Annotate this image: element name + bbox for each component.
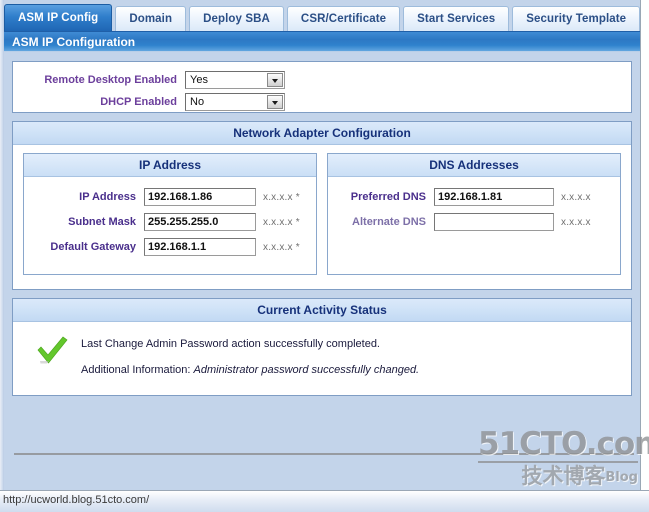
subnet-mask-label: Subnet Mask	[68, 216, 136, 228]
default-gateway-row: Default Gateway x.x.x.x *	[30, 237, 310, 257]
tab-security-template[interactable]: Security Template	[512, 6, 641, 31]
remote-desktop-select[interactable]: Yes	[185, 70, 285, 89]
default-gateway-label: Default Gateway	[50, 241, 136, 253]
dhcp-select[interactable]: No	[185, 92, 285, 111]
tab-csr-certificate[interactable]: CSR/Certificate	[286, 6, 401, 31]
dns-addresses-subpanel: DNS Addresses Preferred DNS x.x.x.x Alte…	[327, 153, 621, 275]
tab-domain[interactable]: Domain	[115, 6, 187, 31]
preferred-dns-label: Preferred DNS	[350, 191, 426, 203]
network-adapter-title: Network Adapter Configuration	[13, 122, 631, 145]
screenshot-root: ASM IP Config Domain Deploy SBA CSR/Cert…	[0, 0, 649, 512]
alternate-dns-hint: x.x.x.x	[561, 216, 591, 228]
green-check-icon	[35, 336, 81, 376]
tab-start-services[interactable]: Start Services	[403, 6, 510, 31]
content-area: Remote Desktop Enabled Yes DHCP Enabled …	[4, 53, 640, 504]
dhcp-label: DHCP Enabled	[100, 95, 177, 108]
status-message: Last Change Admin Password action succes…	[81, 338, 380, 350]
remote-desktop-label: Remote Desktop Enabled	[44, 73, 177, 86]
alternate-dns-row: Alternate DNS x.x.x.x	[334, 212, 614, 232]
alternate-dns-input[interactable]	[434, 213, 554, 231]
current-activity-status-title: Current Activity Status	[13, 299, 631, 322]
status-bar-url: http://ucworld.blog.51cto.com/	[3, 494, 150, 506]
default-gateway-hint: x.x.x.x *	[263, 241, 300, 253]
remote-desktop-value: Yes	[190, 73, 208, 86]
alternate-dns-label: Alternate DNS	[352, 216, 426, 228]
ip-address-fields: IP Address x.x.x.x * Subnet Mask x.x.x.x…	[24, 177, 316, 274]
ip-address-input[interactable]	[144, 188, 256, 206]
ip-address-subpanel: IP Address IP Address x.x.x.x * Subnet M…	[23, 153, 317, 275]
current-activity-status-body: Last Change Admin Password action succes…	[13, 322, 631, 376]
chevron-down-icon[interactable]	[267, 72, 283, 87]
application-frame: ASM IP Config Domain Deploy SBA CSR/Cert…	[0, 0, 649, 504]
ip-address-subpanel-title: IP Address	[24, 154, 316, 177]
dhcp-row: DHCP Enabled No	[13, 91, 631, 112]
preferred-dns-row: Preferred DNS x.x.x.x	[334, 187, 614, 207]
subnet-mask-input[interactable]	[144, 213, 256, 231]
remote-desktop-row: Remote Desktop Enabled Yes	[13, 69, 631, 90]
default-gateway-input[interactable]	[144, 238, 256, 256]
status-additional-value: Administrator password successfully chan…	[193, 364, 420, 376]
chevron-down-icon[interactable]	[267, 94, 283, 109]
ip-address-label: IP Address	[79, 191, 136, 203]
general-options-panel: Remote Desktop Enabled Yes DHCP Enabled …	[12, 61, 632, 113]
status-additional-label: Additional Information:	[81, 364, 191, 376]
tab-asm-ip-config[interactable]: ASM IP Config	[4, 4, 113, 31]
page-title: ASM IP Configuration	[4, 31, 640, 52]
preferred-dns-input[interactable]	[434, 188, 554, 206]
network-adapter-body: IP Address IP Address x.x.x.x * Subnet M…	[13, 145, 631, 279]
dns-addresses-subpanel-title: DNS Addresses	[328, 154, 620, 177]
tab-strip: ASM IP Config Domain Deploy SBA CSR/Cert…	[4, 3, 641, 31]
subnet-mask-hint: x.x.x.x *	[263, 216, 300, 228]
current-activity-status-panel: Current Activity Status Last Change Admi…	[12, 298, 632, 396]
preferred-dns-hint: x.x.x.x	[561, 191, 591, 203]
browser-status-bar: http://ucworld.blog.51cto.com/	[0, 490, 649, 512]
status-text-block: Last Change Admin Password action succes…	[81, 336, 419, 376]
subnet-mask-row: Subnet Mask x.x.x.x *	[30, 212, 310, 232]
ip-address-row: IP Address x.x.x.x *	[30, 187, 310, 207]
network-adapter-panel: Network Adapter Configuration IP Address…	[12, 121, 632, 290]
status-additional-info: Additional Information: Administrator pa…	[81, 364, 419, 376]
dns-addresses-fields: Preferred DNS x.x.x.x Alternate DNS x.x.…	[328, 177, 620, 249]
dhcp-value: No	[190, 95, 205, 108]
ip-address-hint: x.x.x.x *	[263, 191, 300, 203]
tab-deploy-sba[interactable]: Deploy SBA	[189, 6, 284, 31]
watermark-rule	[14, 453, 634, 455]
